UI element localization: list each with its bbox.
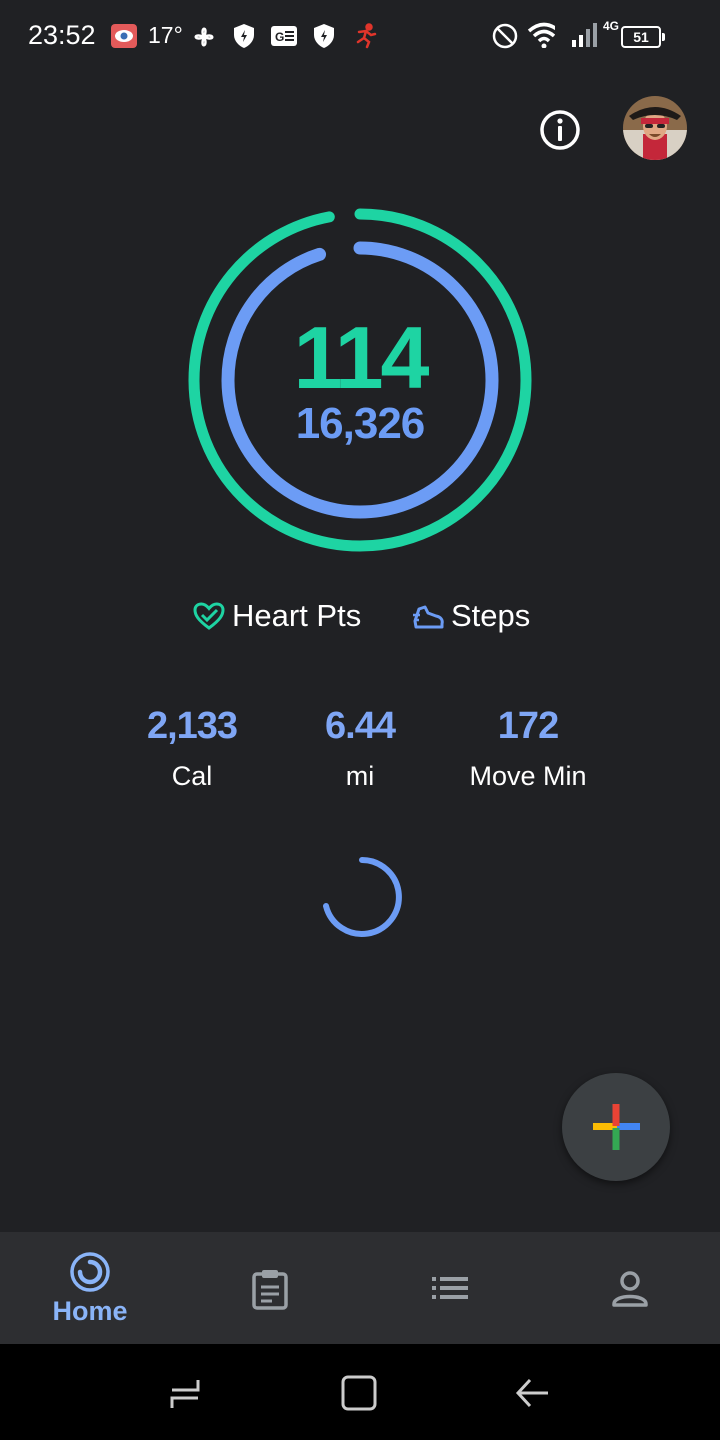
stat-calories: 2,133 Cal xyxy=(102,704,282,792)
heart-points-legend: Heart Pts xyxy=(192,596,361,636)
stat-value: 6.44 xyxy=(325,705,396,747)
status-time: 23:52 xyxy=(28,20,96,50)
stat-label: Cal xyxy=(171,761,213,791)
news-icon: G xyxy=(271,26,297,46)
home-ring-icon xyxy=(70,1252,110,1292)
journal-icon xyxy=(252,1270,288,1310)
home-icon[interactable] xyxy=(340,1374,378,1412)
steps-value: 16,326 xyxy=(295,399,426,448)
profile-photo xyxy=(623,96,687,160)
system-navigation-bar xyxy=(0,1344,720,1440)
recents-icon[interactable] xyxy=(168,1374,206,1412)
steps-shoe-icon xyxy=(413,605,444,629)
add-plus-icon xyxy=(593,1104,640,1150)
stat-value: 2,133 xyxy=(146,705,238,747)
steps-legend: Steps xyxy=(411,596,530,636)
nav-label-home: Home xyxy=(52,1296,128,1326)
profile-icon xyxy=(612,1271,648,1307)
status-temperature: 17° xyxy=(148,22,183,48)
stat-value: 172 xyxy=(497,705,559,747)
info-icon[interactable] xyxy=(538,108,582,152)
svg-text:G: G xyxy=(275,30,284,44)
cell-signal-icon xyxy=(572,23,597,47)
nav-item-profile[interactable] xyxy=(540,1232,720,1344)
wifi-icon xyxy=(527,22,555,48)
stat-label: mi xyxy=(345,761,375,791)
pinwheel-icon xyxy=(194,27,214,47)
battery-indicator: 51 xyxy=(621,26,665,48)
add-button[interactable] xyxy=(562,1073,670,1181)
heart-points-value: 114 xyxy=(293,308,430,407)
nav-item-browse[interactable] xyxy=(360,1232,540,1344)
shield-bolt-icon-2 xyxy=(314,24,334,48)
loading-spinner-icon xyxy=(323,857,402,937)
stat-move-minutes: 172 Move Min xyxy=(438,704,618,792)
nav-item-home[interactable]: Home xyxy=(0,1232,180,1344)
stat-distance: 6.44 mi xyxy=(270,704,450,792)
do-not-disturb-icon xyxy=(492,23,518,49)
browse-list-icon xyxy=(432,1277,468,1299)
heart-points-label: Heart Pts xyxy=(232,598,362,633)
stat-label: Move Min xyxy=(469,761,587,791)
nav-item-journal[interactable] xyxy=(180,1232,360,1344)
running-app-icon xyxy=(356,23,377,49)
back-icon[interactable] xyxy=(514,1374,552,1412)
heart-icon xyxy=(193,602,225,630)
avatar[interactable] xyxy=(623,96,687,160)
network-type: 4G xyxy=(603,19,620,33)
shield-bolt-icon xyxy=(234,24,254,48)
steps-label: Steps xyxy=(451,598,531,633)
status-bar: 23:52 17° G 4G 51 xyxy=(0,0,720,72)
bottom-navigation: Home xyxy=(0,1232,720,1344)
eye-app-icon xyxy=(111,24,137,48)
